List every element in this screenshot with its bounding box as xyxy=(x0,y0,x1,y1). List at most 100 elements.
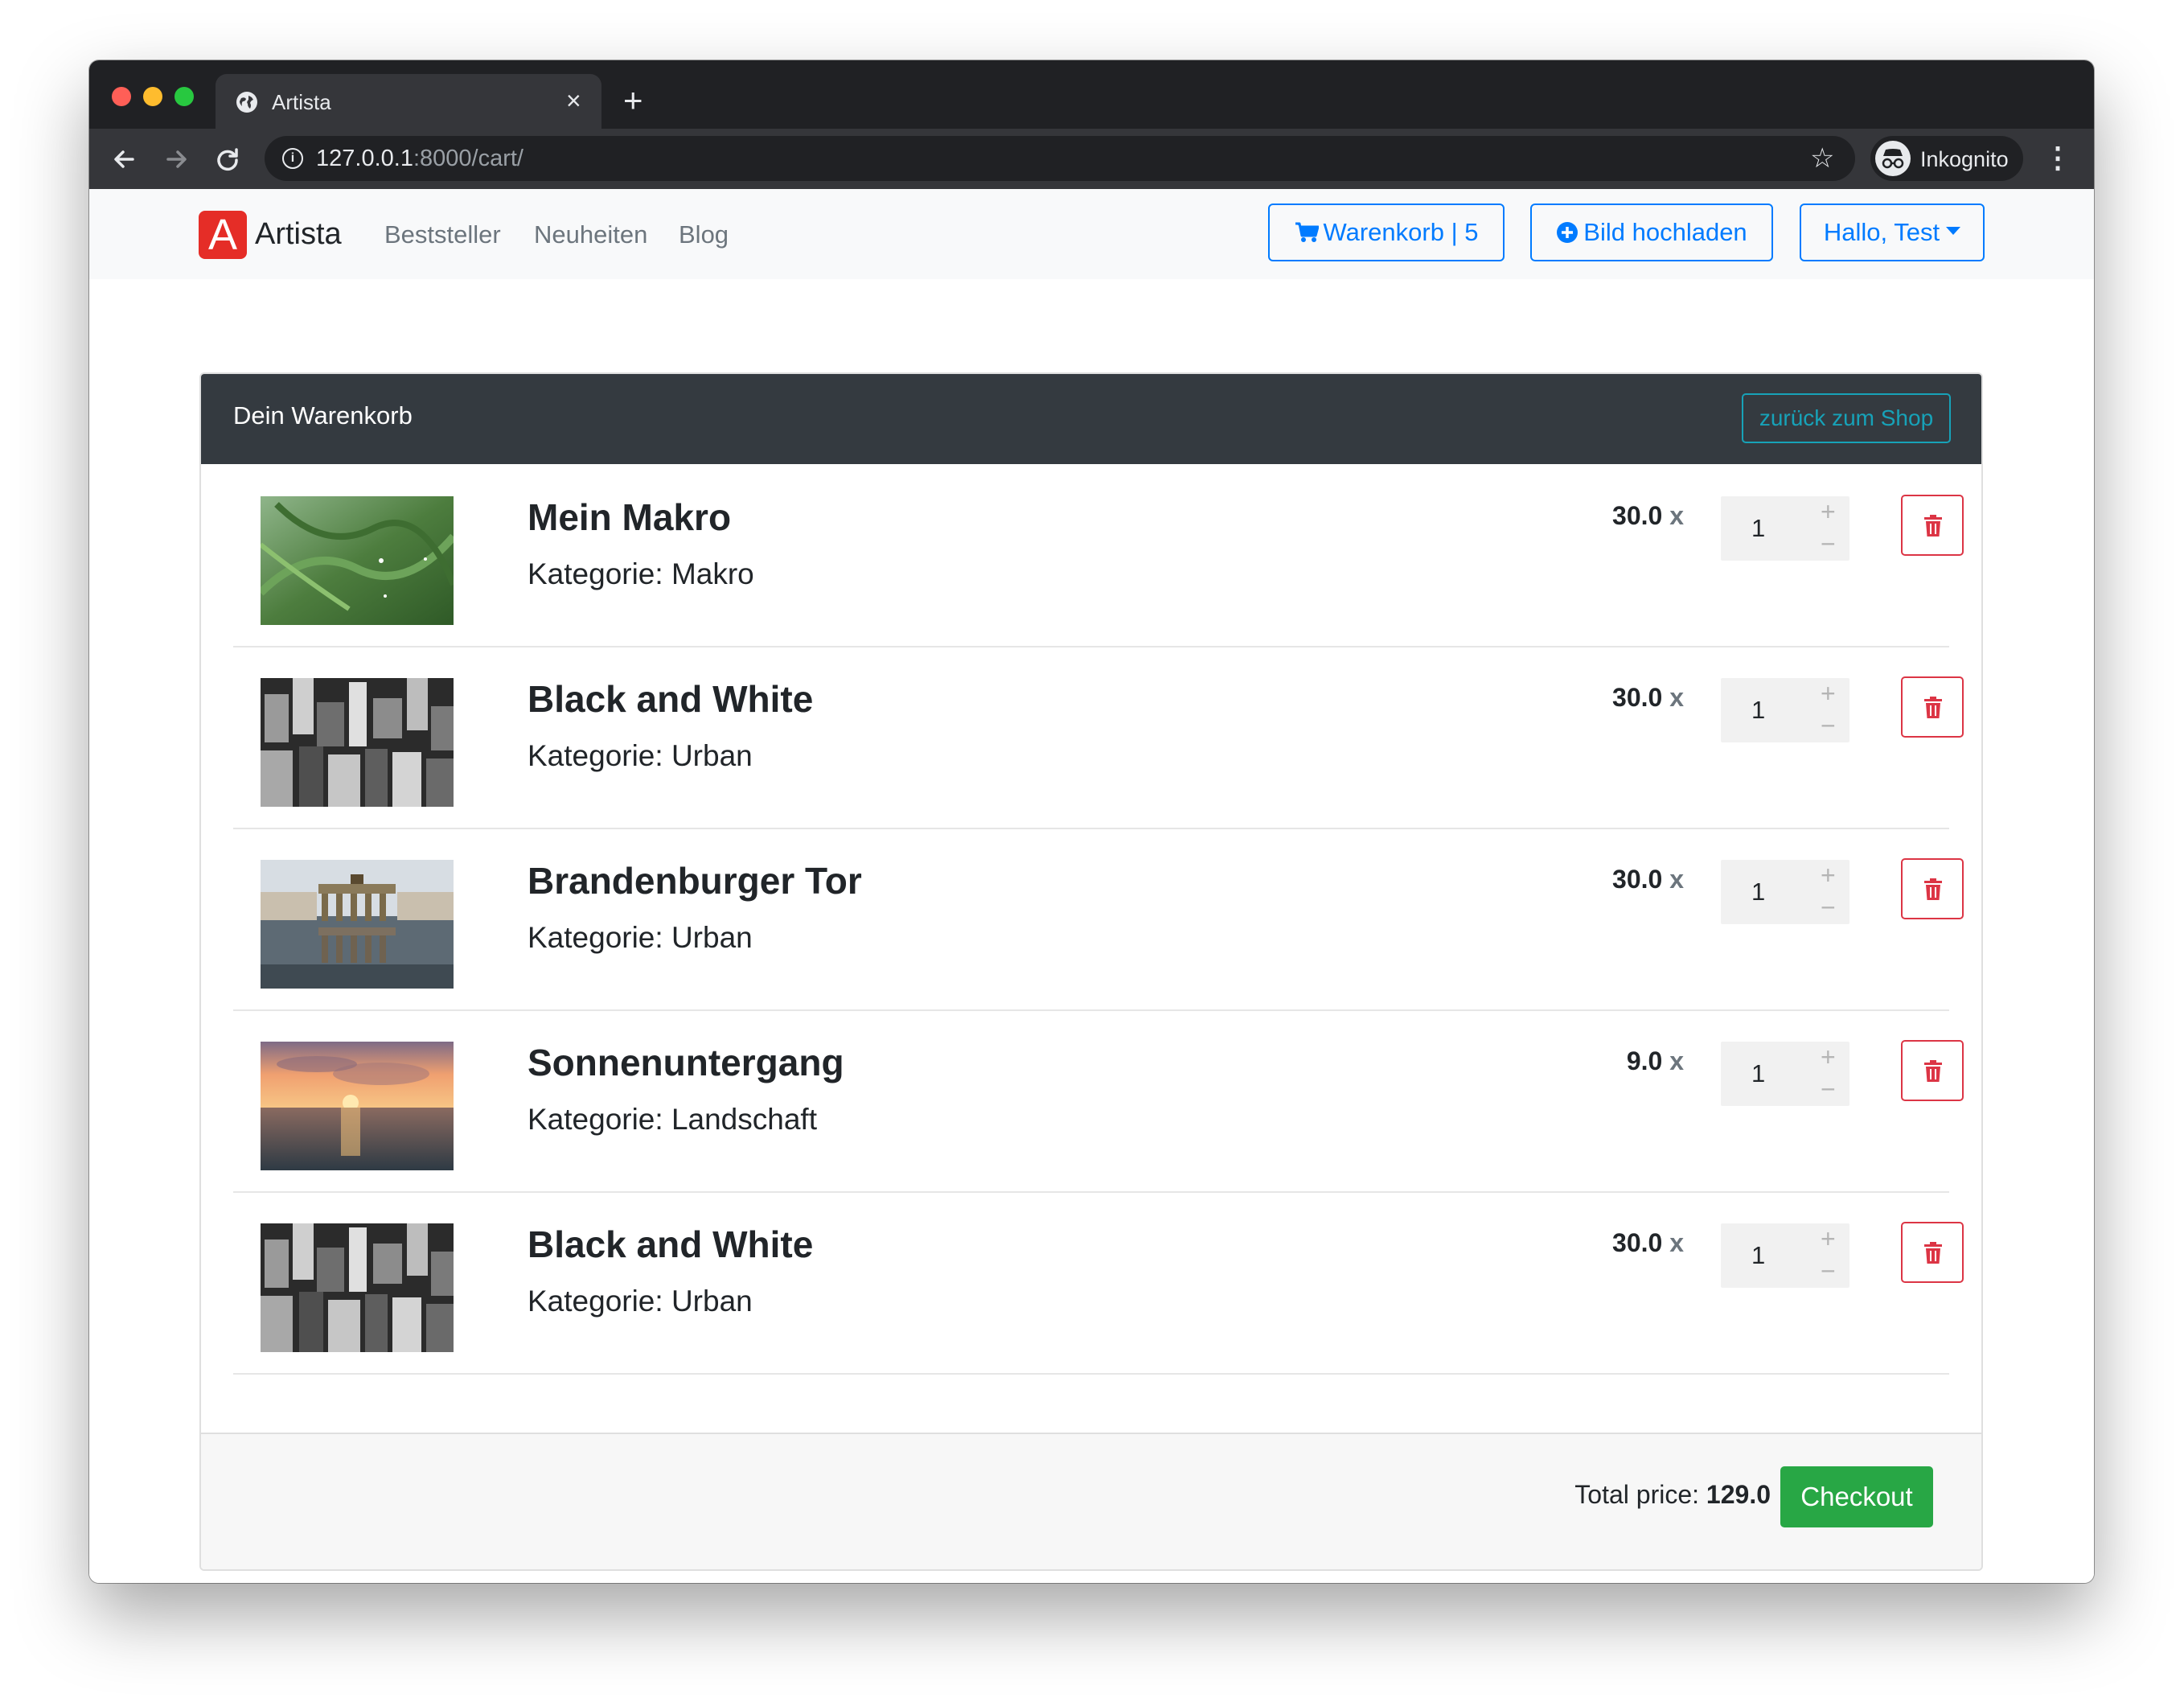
cart-item: Sonnenuntergang Kategorie: Landschaft 9.… xyxy=(233,1009,1964,1193)
cart-item: Black and White Kategorie: Urban 30.0 x … xyxy=(233,646,1964,829)
quantity-value[interactable]: 1 xyxy=(1751,1240,1765,1272)
browser-toolbar: i 127.0.0.1:8000/cart/ ☆ Inkognito ⋮ xyxy=(89,129,2094,189)
item-price: 30.0 x xyxy=(1612,681,1684,713)
user-menu-button[interactable]: Hallo, Test xyxy=(1800,204,1985,261)
reload-icon[interactable] xyxy=(211,143,244,175)
address-bar[interactable]: i 127.0.0.1:8000/cart/ ☆ xyxy=(265,136,1855,181)
back-to-shop-button[interactable]: zurück zum Shop xyxy=(1742,393,1951,443)
quantity-stepper[interactable]: 1 + − xyxy=(1721,678,1849,742)
item-name[interactable]: Sonnenuntergang xyxy=(528,1040,844,1085)
item-name[interactable]: Brandenburger Tor xyxy=(528,858,862,903)
caret-down-icon xyxy=(1946,226,1961,235)
browser-window: Artista × + i 127.0.0.1:8000/cart/ ☆ Ink… xyxy=(89,60,2094,1583)
cart-title: Dein Warenkorb xyxy=(233,401,413,430)
item-name[interactable]: Black and White xyxy=(528,1222,813,1267)
bookmark-star-icon[interactable]: ☆ xyxy=(1810,142,1834,175)
quantity-value[interactable]: 1 xyxy=(1751,694,1765,726)
browser-tab[interactable]: Artista × xyxy=(216,74,601,129)
times-sign: x xyxy=(1669,501,1684,530)
trash-icon xyxy=(1924,1060,1942,1082)
site-navbar: A Artista Beststeller Neuheiten Blog War… xyxy=(89,189,2094,279)
item-name[interactable]: Black and White xyxy=(528,676,813,722)
info-icon[interactable]: i xyxy=(282,148,303,169)
url-path: :8000/cart/ xyxy=(413,146,523,171)
brand-logo-icon[interactable]: A xyxy=(199,211,247,259)
new-tab-button[interactable]: + xyxy=(623,84,643,117)
trash-icon xyxy=(1924,878,1942,900)
quantity-value[interactable]: 1 xyxy=(1751,1058,1765,1090)
item-price: 9.0 x xyxy=(1627,1045,1684,1077)
url-text: 127.0.0.1:8000/cart/ xyxy=(316,145,523,172)
cart-footer: Total price: 129.0 Checkout xyxy=(201,1433,1981,1569)
quantity-stepper[interactable]: 1 + − xyxy=(1721,496,1849,561)
decrement-button[interactable]: − xyxy=(1821,1257,1836,1285)
nav-link-blog[interactable]: Blog xyxy=(679,220,729,250)
price-value: 9.0 xyxy=(1626,1046,1663,1075)
quantity-stepper[interactable]: 1 + − xyxy=(1721,1223,1849,1288)
incognito-label: Inkognito xyxy=(1920,147,2009,171)
item-category: Kategorie: Landschaft xyxy=(528,1103,817,1136)
url-host: 127.0.0.1 xyxy=(316,146,413,171)
price-value: 30.0 xyxy=(1612,1228,1663,1257)
item-price: 30.0 x xyxy=(1612,500,1684,532)
user-menu-label: Hallo, Test xyxy=(1823,218,1940,246)
tab-close-icon[interactable]: × xyxy=(566,87,581,114)
times-sign: x xyxy=(1669,1228,1684,1257)
cart-item: Mein Makro Kategorie: Makro 30.0 x 1 + − xyxy=(233,464,1964,648)
decrement-button[interactable]: − xyxy=(1821,894,1836,921)
times-sign: x xyxy=(1669,1046,1684,1075)
item-price: 30.0 x xyxy=(1612,1227,1684,1259)
back-arrow-icon[interactable] xyxy=(109,143,141,175)
quantity-value[interactable]: 1 xyxy=(1751,512,1765,545)
price-value: 30.0 xyxy=(1612,501,1663,530)
item-price: 30.0 x xyxy=(1612,863,1684,895)
brand-name[interactable]: Artista xyxy=(255,216,342,252)
decrement-button[interactable]: − xyxy=(1821,712,1836,739)
shopping-cart-icon xyxy=(1295,205,1319,260)
quantity-stepper[interactable]: 1 + − xyxy=(1721,860,1849,924)
nav-link-beststeller[interactable]: Beststeller xyxy=(384,220,501,250)
item-category: Kategorie: Makro xyxy=(528,557,754,590)
tab-title: Artista xyxy=(272,90,331,114)
trash-icon xyxy=(1924,515,1942,536)
decrement-button[interactable]: − xyxy=(1821,1075,1836,1103)
price-value: 30.0 xyxy=(1612,865,1663,894)
product-thumbnail-bw-city[interactable] xyxy=(261,1223,454,1352)
incognito-profile-button[interactable]: Inkognito xyxy=(1870,136,2023,181)
item-name[interactable]: Mein Makro xyxy=(528,495,731,540)
checkout-button[interactable]: Checkout xyxy=(1780,1466,1933,1527)
total-price: Total price: 129.0 xyxy=(1574,1478,1771,1511)
product-thumbnail-sunset[interactable] xyxy=(261,1042,454,1170)
nav-link-neuheiten[interactable]: Neuheiten xyxy=(534,220,647,250)
delete-item-button[interactable] xyxy=(1901,1222,1964,1283)
increment-button[interactable]: + xyxy=(1821,680,1836,707)
cart-header: Dein Warenkorb zurück zum Shop xyxy=(201,374,1981,464)
increment-button[interactable]: + xyxy=(1821,498,1836,525)
quantity-stepper[interactable]: 1 + − xyxy=(1721,1042,1849,1106)
close-window-button[interactable] xyxy=(112,87,131,106)
delete-item-button[interactable] xyxy=(1901,1040,1964,1101)
forward-arrow-icon[interactable] xyxy=(160,143,192,175)
increment-button[interactable]: + xyxy=(1821,1043,1836,1071)
browser-menu-icon[interactable]: ⋮ xyxy=(2043,140,2072,175)
trash-icon xyxy=(1924,697,1942,718)
product-thumbnail-bw-city[interactable] xyxy=(261,678,454,807)
product-thumbnail-brandenburg-gate[interactable] xyxy=(261,860,454,989)
minimize-window-button[interactable] xyxy=(143,87,162,106)
delete-item-button[interactable] xyxy=(1901,495,1964,556)
cart-button[interactable]: Warenkorb | 5 xyxy=(1268,204,1505,261)
increment-button[interactable]: + xyxy=(1821,861,1836,889)
decrement-button[interactable]: − xyxy=(1821,530,1836,557)
maximize-window-button[interactable] xyxy=(174,87,194,106)
upload-image-button[interactable]: Bild hochladen xyxy=(1530,204,1773,261)
quantity-value[interactable]: 1 xyxy=(1751,876,1765,908)
cart-card: Dein Warenkorb zurück zum Shop Mein Makr… xyxy=(199,372,1983,1571)
globe-icon xyxy=(236,92,257,113)
page-viewport: A Artista Beststeller Neuheiten Blog War… xyxy=(89,189,2094,1583)
times-sign: x xyxy=(1669,683,1684,712)
product-thumbnail-green-macro[interactable] xyxy=(261,496,454,625)
delete-item-button[interactable] xyxy=(1901,676,1964,738)
delete-item-button[interactable] xyxy=(1901,858,1964,919)
increment-button[interactable]: + xyxy=(1821,1225,1836,1252)
total-value: 129.0 xyxy=(1706,1480,1771,1509)
